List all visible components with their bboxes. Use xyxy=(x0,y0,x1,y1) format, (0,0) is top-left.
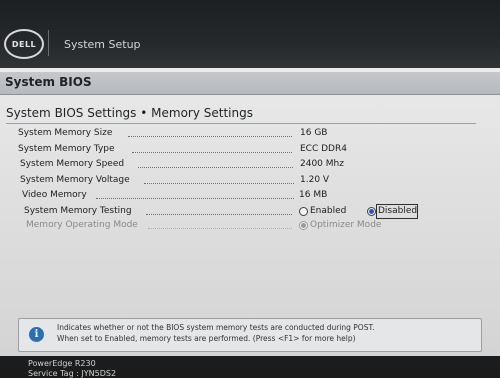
setting-label: Video Memory xyxy=(22,190,87,200)
section-divider xyxy=(6,123,476,124)
help-box: i Indicates whether or not the BIOS syst… xyxy=(18,318,482,352)
service-tag: Service Tag : JYN5DS2 xyxy=(28,369,117,378)
leader-dots xyxy=(96,198,294,199)
setting-value: Optimizer Mode xyxy=(310,220,382,230)
leader-dots xyxy=(128,136,292,137)
info-icon: i xyxy=(29,327,44,342)
setting-row-memory-speed: System Memory Speed 2400 Mhz xyxy=(0,159,500,173)
setting-row-video-memory: Video Memory 16 MB xyxy=(0,190,500,204)
system-model: PowerEdge R230 xyxy=(28,359,96,368)
section-title: System BIOS Settings • Memory Settings xyxy=(6,106,253,120)
radio-enabled[interactable] xyxy=(299,207,308,216)
setting-label: System Memory Type xyxy=(18,144,115,154)
leader-dots xyxy=(144,183,294,184)
leader-dots xyxy=(148,228,292,229)
header-divider xyxy=(48,30,49,56)
setting-row-memory-size: System Memory Size 16 GB xyxy=(0,128,500,142)
header-bar: DELL System Setup xyxy=(0,0,500,68)
app-title: System Setup xyxy=(64,38,141,51)
setting-value: 1.20 V xyxy=(300,175,330,185)
setting-label: System Memory Size xyxy=(18,128,113,138)
setting-value: 16 MB xyxy=(299,190,328,200)
setting-label: Memory Operating Mode xyxy=(26,220,138,230)
bios-title: System BIOS xyxy=(5,75,92,89)
help-text: Indicates whether or not the BIOS system… xyxy=(57,322,477,344)
setting-row-memory-operating-mode: Memory Operating Mode Optimizer Mode xyxy=(0,220,500,234)
radio-disabled[interactable] xyxy=(367,207,376,216)
setting-value: 16 GB xyxy=(300,128,328,138)
setting-value: ECC DDR4 xyxy=(300,144,347,154)
leader-dots xyxy=(138,167,293,168)
main-panel: System BIOS System BIOS Settings • Memor… xyxy=(0,68,500,356)
setting-row-memory-voltage: System Memory Voltage 1.20 V xyxy=(0,175,500,189)
help-line-1: Indicates whether or not the BIOS system… xyxy=(57,323,375,332)
option-disabled-label[interactable]: Disabled xyxy=(378,206,417,216)
setting-label: System Memory Testing xyxy=(24,206,132,216)
leader-dots xyxy=(146,214,292,215)
setting-label: System Memory Speed xyxy=(20,159,125,169)
footer-bar: PowerEdge R230 Service Tag : JYN5DS2 xyxy=(0,356,500,378)
setting-value: 2400 Mhz xyxy=(300,159,344,169)
radio-optimizer-mode xyxy=(299,221,308,230)
setting-label: System Memory Voltage xyxy=(20,175,130,185)
setting-row-memory-testing: System Memory Testing Enabled Disabled xyxy=(0,204,500,220)
logo-text: DELL xyxy=(11,39,37,49)
setting-row-memory-type: System Memory Type ECC DDR4 xyxy=(0,144,500,158)
bios-title-bar: System BIOS xyxy=(0,72,500,95)
option-enabled-label[interactable]: Enabled xyxy=(310,206,346,216)
help-line-2: When set to Enabled, memory tests are pe… xyxy=(57,334,356,343)
dell-logo: DELL xyxy=(4,29,44,59)
leader-dots xyxy=(132,152,292,153)
